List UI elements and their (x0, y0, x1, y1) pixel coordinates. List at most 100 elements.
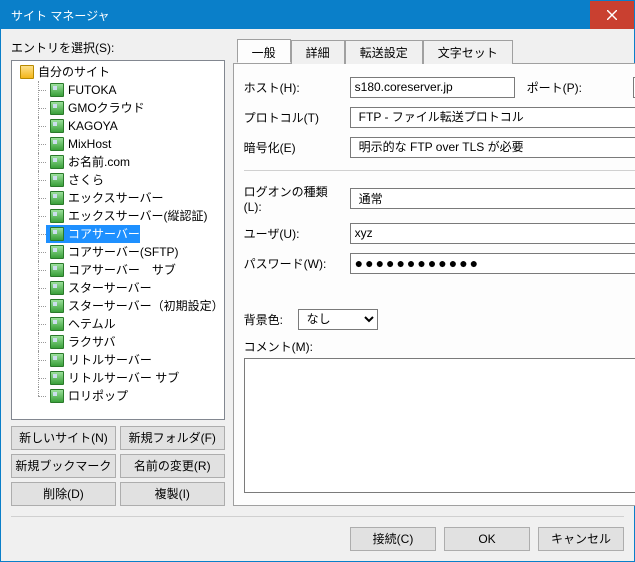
delete-button[interactable]: 削除(D) (11, 482, 116, 506)
tree-item[interactable]: さくら (32, 171, 224, 189)
window-body: エントリを選択(S): 自分のサイト FUTOKAGMOクラウドKAGOYAMi… (1, 29, 634, 561)
tree-line (32, 81, 46, 99)
server-icon (50, 353, 64, 367)
port-label: ポート(P): (527, 79, 627, 96)
site-entry[interactable]: エックスサーバー (46, 189, 164, 207)
site-entry[interactable]: リトルサーバー サブ (46, 369, 179, 387)
tab-2[interactable]: 転送設定 (345, 40, 423, 64)
site-entry[interactable]: さくら (46, 171, 104, 189)
server-icon (50, 227, 64, 241)
connect-button[interactable]: 接続(C) (350, 527, 436, 551)
site-entry[interactable]: エックスサーバー(縦認証) (46, 207, 208, 225)
close-icon (607, 10, 617, 20)
main-row: エントリを選択(S): 自分のサイト FUTOKAGMOクラウドKAGOYAMi… (11, 39, 624, 506)
user-row: ユーザ(U): (244, 222, 635, 244)
site-entry[interactable]: コアサーバー(SFTP) (46, 243, 179, 261)
rename-button[interactable]: 名前の変更(R) (120, 454, 225, 478)
tree-line (32, 99, 46, 117)
titlebar: サイト マネージャ (1, 1, 634, 29)
tree-item[interactable]: ロリポップ (32, 387, 224, 405)
site-entry[interactable]: スターサーバー（初期設定） (46, 297, 224, 315)
cancel-button[interactable]: キャンセル (538, 527, 624, 551)
encryption-row: 暗号化(E) 明示的な FTP over TLS が必要 (244, 136, 635, 158)
tree-item[interactable]: GMOクラウド (32, 99, 224, 117)
tree-line (32, 297, 46, 315)
bgcolor-select[interactable]: なし (298, 309, 378, 330)
new-folder-button[interactable]: 新規フォルダ(F) (120, 426, 225, 450)
site-entry[interactable]: ロリポップ (46, 387, 128, 405)
dialog-footer: 接続(C) OK キャンセル (11, 516, 624, 551)
new-site-button[interactable]: 新しいサイト(N) (11, 426, 116, 450)
password-input[interactable]: ●●●●●●●●●●●● (350, 253, 635, 274)
server-icon (50, 137, 64, 151)
tree-line (32, 207, 46, 225)
protocol-select[interactable]: FTP - ファイル転送プロトコル (350, 107, 635, 128)
site-entry[interactable]: KAGOYA (46, 117, 118, 135)
site-entry-label: コアサーバー(SFTP) (68, 243, 179, 261)
comment-textarea[interactable] (244, 358, 635, 493)
server-icon (50, 281, 64, 295)
tree-line (32, 225, 46, 243)
site-entry-label: GMOクラウド (68, 99, 145, 117)
tab-1[interactable]: 詳細 (291, 40, 345, 64)
tree-item[interactable]: FUTOKA (32, 81, 224, 99)
entries-panel: エントリを選択(S): 自分のサイト FUTOKAGMOクラウドKAGOYAMi… (11, 39, 225, 506)
server-icon (50, 83, 64, 97)
ok-button[interactable]: OK (444, 527, 530, 551)
server-icon (50, 371, 64, 385)
tab-panel-general: ホスト(H): ポート(P): プロトコル(T) FTP - ファイル転送プロト… (233, 63, 635, 506)
duplicate-button[interactable]: 複製(I) (120, 482, 225, 506)
tree-children: FUTOKAGMOクラウドKAGOYAMixHostお名前.comさくらエックス… (16, 81, 224, 405)
tree-item[interactable]: スターサーバー (32, 279, 224, 297)
tree-item[interactable]: KAGOYA (32, 117, 224, 135)
server-icon (50, 173, 64, 187)
tree-item[interactable]: リトルサーバー (32, 351, 224, 369)
close-button[interactable] (590, 1, 634, 29)
tree-item[interactable]: コアサーバー(SFTP) (32, 243, 224, 261)
tree-line (32, 351, 46, 369)
server-icon (50, 191, 64, 205)
site-entry[interactable]: ヘテムル (46, 315, 116, 333)
tree-item[interactable]: MixHost (32, 135, 224, 153)
user-input[interactable] (350, 223, 635, 244)
site-entry[interactable]: FUTOKA (46, 81, 116, 99)
encryption-select[interactable]: 明示的な FTP over TLS が必要 (350, 137, 635, 158)
site-tree[interactable]: 自分のサイト FUTOKAGMOクラウドKAGOYAMixHostお名前.com… (11, 60, 225, 420)
tree-line (32, 279, 46, 297)
new-bookmark-button[interactable]: 新規ブックマーク(M) (11, 454, 116, 478)
tree-item[interactable]: お名前.com (32, 153, 224, 171)
site-entry-label: ロリポップ (68, 387, 128, 405)
tree-folder-mysites[interactable]: 自分のサイト (16, 63, 224, 81)
tree-item[interactable]: コアサーバー サブ (32, 261, 224, 279)
tree-item[interactable]: ヘテムル (32, 315, 224, 333)
tree-item[interactable]: ラクサバ (32, 333, 224, 351)
site-entry-label: コアサーバー (68, 225, 140, 243)
site-manager-window: サイト マネージャ エントリを選択(S): 自分のサイト FUTOKAGMOクラ… (0, 0, 635, 562)
host-input[interactable] (350, 77, 515, 98)
divider (244, 170, 635, 171)
tree-item[interactable]: エックスサーバー(縦認証) (32, 207, 224, 225)
password-row: パスワード(W): ●●●●●●●●●●●● (244, 252, 635, 274)
site-entry[interactable]: コアサーバー (46, 225, 140, 243)
site-entry[interactable]: スターサーバー (46, 279, 152, 297)
site-entry[interactable]: GMOクラウド (46, 99, 145, 117)
site-entry[interactable]: お名前.com (46, 153, 130, 171)
site-entry[interactable]: コアサーバー サブ (46, 261, 176, 279)
tree-line (32, 315, 46, 333)
site-entry[interactable]: ラクサバ (46, 333, 116, 351)
tree-item[interactable]: リトルサーバー サブ (32, 369, 224, 387)
logon-type-select[interactable]: 通常 (350, 188, 635, 209)
tree-item[interactable]: コアサーバー (32, 225, 224, 243)
site-entry[interactable]: MixHost (46, 135, 111, 153)
server-icon (50, 209, 64, 223)
tab-3[interactable]: 文字セット (423, 40, 513, 64)
comment-area: コメント(M): (244, 338, 635, 493)
site-entry-label: KAGOYA (68, 117, 118, 135)
site-entry-label: スターサーバー（初期設定） (68, 297, 224, 315)
tab-0[interactable]: 一般 (237, 39, 291, 63)
server-icon (50, 299, 64, 313)
site-entry[interactable]: リトルサーバー (46, 351, 152, 369)
tree-item[interactable]: エックスサーバー (32, 189, 224, 207)
server-icon (50, 155, 64, 169)
tree-item[interactable]: スターサーバー（初期設定） (32, 297, 224, 315)
